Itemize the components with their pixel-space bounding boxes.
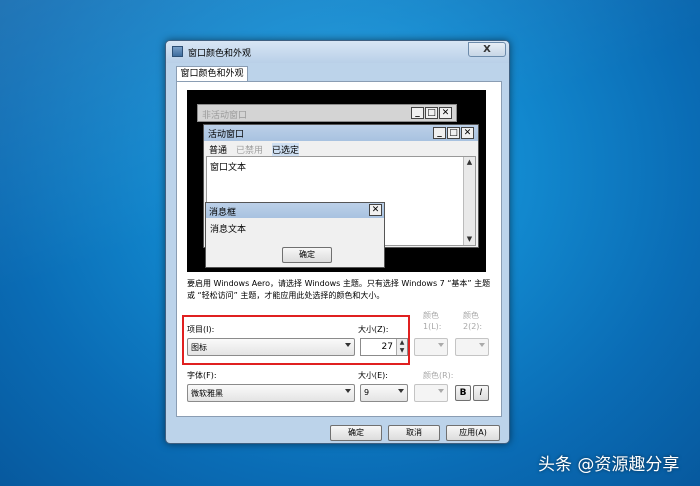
window-title: 窗口颜色和外观 (188, 49, 252, 59)
active-window-title: 活动窗口 (208, 130, 245, 140)
menu-normal[interactable]: 普通 (209, 143, 227, 156)
font-select-value: 微软雅黑 (191, 389, 223, 398)
watermark: 头条 @资源趣分享 (538, 455, 680, 475)
preview-area[interactable]: 非活动窗口 _ □ ✕ 活动窗口 _ □ ✕ 普通 已禁用 已选定 窗口文本 ▲… (187, 90, 486, 272)
inactive-caption-buttons: _ □ ✕ (411, 107, 452, 119)
font-size-select[interactable]: 9 (360, 384, 408, 402)
close-icon: ✕ (439, 107, 452, 119)
preview-inactive-window[interactable]: 非活动窗口 _ □ ✕ (197, 104, 457, 122)
message-ok-button[interactable]: 确定 (282, 247, 332, 263)
chevron-down-icon (398, 389, 404, 393)
font-select[interactable]: 微软雅黑 (187, 384, 355, 402)
bold-button[interactable]: B (455, 385, 471, 401)
font-size-value: 9 (364, 388, 370, 397)
tab-window-color[interactable]: 窗口颜色和外观 (176, 66, 248, 82)
message-text: 消息文本 (210, 225, 247, 235)
minimize-icon: _ (433, 127, 446, 139)
menu-disabled[interactable]: 已禁用 (236, 143, 263, 156)
menu-selected[interactable]: 已选定 (272, 143, 300, 156)
color2-select[interactable] (455, 338, 489, 356)
maximize-icon: □ (447, 127, 460, 139)
appearance-dialog: 窗口颜色和外观 X 窗口颜色和外观 非活动窗口 _ □ ✕ 活动窗口 _ □ ✕… (165, 40, 510, 444)
close-icon: ✕ (461, 127, 474, 139)
apply-button[interactable]: 应用(A) (446, 425, 500, 441)
chevron-down-icon (438, 343, 444, 347)
ok-button[interactable]: 确定 (330, 425, 382, 441)
preview-message-box[interactable]: 消息框 ✕ 消息文本 确定 (205, 202, 385, 268)
chevron-down-icon (479, 343, 485, 347)
highlight-box (182, 315, 410, 365)
active-caption-buttons: _ □ ✕ (433, 127, 474, 139)
color1-label: 颜色 1(L): (423, 311, 442, 331)
tab-panel: 非活动窗口 _ □ ✕ 活动窗口 _ □ ✕ 普通 已禁用 已选定 窗口文本 ▲… (176, 81, 502, 417)
color1-select[interactable] (414, 338, 448, 356)
minimize-icon: _ (411, 107, 424, 119)
preview-menubar: 普通 已禁用 已选定 (204, 141, 478, 156)
scroll-down-icon: ▼ (466, 235, 473, 243)
scroll-up-icon: ▲ (466, 158, 473, 166)
window-text: 窗口文本 (210, 163, 247, 173)
color2-label: 颜色 2(2): (463, 311, 483, 331)
message-box-titlebar[interactable]: 消息框 ✕ (206, 203, 384, 218)
close-icon: ✕ (369, 204, 382, 216)
window-icon (172, 46, 183, 57)
maximize-icon: □ (425, 107, 438, 119)
font-label: 字体(F): (187, 371, 217, 380)
chevron-down-icon (345, 389, 351, 393)
active-window-titlebar[interactable]: 活动窗口 _ □ ✕ (204, 125, 478, 141)
chevron-down-icon (438, 389, 444, 393)
aero-description: 要启用 Windows Aero，请选择 Windows 主题。只有选择 Win… (187, 279, 491, 300)
message-box-title: 消息框 (209, 208, 237, 218)
cancel-button[interactable]: 取消 (388, 425, 440, 441)
font-size-label: 大小(E): (358, 371, 388, 380)
inactive-window-title: 非活动窗口 (202, 111, 248, 121)
font-color-label: 颜色(R): (423, 371, 454, 380)
preview-scrollbar[interactable]: ▲ ▼ (463, 157, 475, 245)
italic-button[interactable]: I (473, 385, 489, 401)
title-bar[interactable]: 窗口颜色和外观 X (166, 41, 509, 63)
font-color-select[interactable] (414, 384, 448, 402)
close-button[interactable]: X (468, 42, 506, 57)
